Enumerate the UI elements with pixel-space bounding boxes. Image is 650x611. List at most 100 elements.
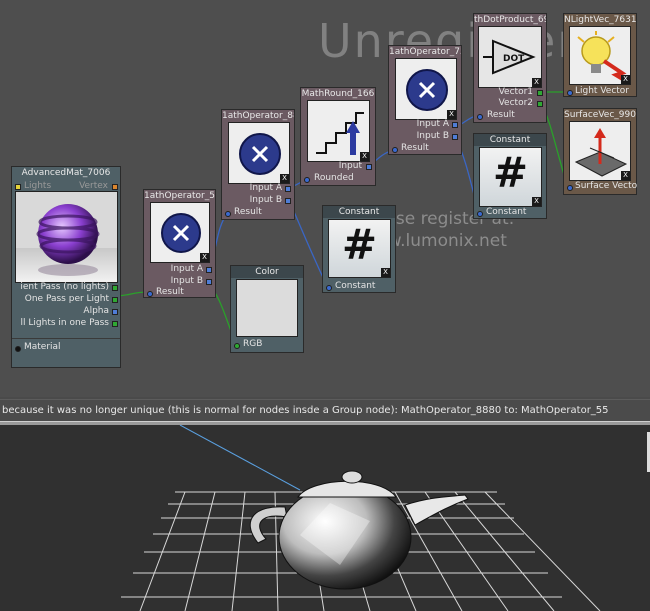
input-b-port[interactable] — [285, 198, 291, 204]
surface-vector-output-port[interactable] — [567, 185, 573, 191]
constant-symbol: # — [341, 220, 378, 269]
vector1-label: Vector1 — [498, 87, 533, 97]
constant-output-port[interactable] — [477, 211, 483, 217]
multiply-icon: X — [150, 202, 210, 263]
constant-hash-icon: # X — [479, 147, 542, 207]
input-a-port[interactable] — [452, 122, 458, 128]
input-b-label: Input B — [249, 195, 282, 205]
node-close-badge[interactable]: X — [532, 197, 541, 206]
input-b-label: Input B — [416, 131, 449, 141]
color-swatch[interactable] — [236, 279, 298, 337]
log-message: because it was no longer unique (this is… — [2, 405, 609, 416]
input-a-label: Input A — [170, 264, 203, 274]
teapot-preview — [121, 425, 601, 611]
node-close-badge[interactable]: X — [532, 78, 541, 87]
input-port[interactable] — [366, 164, 372, 170]
node-close-badge[interactable]: X — [447, 110, 456, 119]
input-a-label: Input A — [249, 183, 282, 193]
surface-vector-label: Surface Vecto — [575, 181, 638, 191]
result-output-port[interactable] — [392, 147, 398, 153]
node-separator — [12, 338, 120, 339]
input-a-label: Input A — [416, 119, 449, 129]
node-close-badge[interactable]: X — [381, 268, 390, 277]
vertex-input-port[interactable] — [112, 184, 118, 190]
result-label: Result — [234, 207, 262, 217]
constant-label: Constant — [335, 281, 376, 291]
vector1-port[interactable] — [537, 90, 543, 96]
node-title: SurfaceVec_990 — [564, 110, 636, 120]
node-surface-vector[interactable]: SurfaceVec_990 X Surface Vecto — [563, 108, 637, 195]
material-output-port[interactable] — [15, 346, 21, 352]
one-pass-per-light-label: One Pass per Light — [24, 294, 109, 304]
status-log: because it was no longer unique (this is… — [0, 399, 650, 422]
multiply-icon: X — [228, 122, 290, 184]
input-b-port[interactable] — [206, 279, 212, 285]
node-close-badge[interactable]: X — [621, 171, 630, 180]
node-advanced-material[interactable]: AdvancedMat_7006 Lights Vertex ient Pass… — [11, 166, 121, 368]
node-constant-1[interactable]: Constant # X Constant — [473, 133, 547, 219]
node-close-badge[interactable]: X — [200, 253, 209, 262]
node-title: Color — [231, 266, 303, 278]
constant-output-port[interactable] — [326, 285, 332, 291]
ambient-pass-port[interactable] — [112, 285, 118, 291]
input-a-port[interactable] — [206, 267, 212, 273]
node-close-badge[interactable]: X — [621, 75, 630, 84]
node-math-operator-888[interactable]: 1athOperator_888 X Input A Input B Resul… — [221, 109, 295, 220]
node-title: NLightVec_7631 — [564, 15, 636, 25]
material-output-label: Material — [24, 342, 61, 352]
constant-label: Constant — [486, 207, 527, 217]
node-title: AdvancedMat_7006 — [21, 168, 111, 178]
input-label: Input — [338, 161, 362, 171]
node-constant-2[interactable]: Constant # X Constant — [322, 205, 396, 293]
node-color[interactable]: Color RGB — [230, 265, 304, 353]
multiply-icon: X — [395, 58, 457, 120]
node-light-vector[interactable]: NLightVec_7631 X Light Vector — [563, 13, 637, 97]
node-title: 1athOperator_758 — [389, 47, 461, 57]
node-title: Constant — [323, 206, 395, 218]
all-lights-one-pass-port[interactable] — [112, 321, 118, 327]
rounded-output-port[interactable] — [304, 177, 310, 183]
result-output-port[interactable] — [225, 211, 231, 217]
gizmo-line — [179, 425, 301, 491]
input-b-port[interactable] — [452, 134, 458, 140]
one-pass-per-light-port[interactable] — [112, 297, 118, 303]
node-title: Constant — [474, 134, 546, 146]
alpha-port[interactable] — [112, 309, 118, 315]
light-bulb-icon: X — [569, 26, 631, 85]
result-output-port[interactable] — [477, 114, 483, 120]
rgb-output-port[interactable] — [234, 343, 240, 349]
preview-viewport[interactable] — [0, 425, 650, 611]
result-output-port[interactable] — [147, 291, 153, 297]
node-title: 1athOperator_888 — [222, 111, 294, 121]
light-vector-label: Light Vector — [575, 86, 629, 96]
round-steps-icon: X — [307, 100, 370, 162]
constant-hash-icon: # X — [328, 219, 391, 278]
node-graph-canvas[interactable]: Unregistered Please register at: www.lum… — [0, 0, 650, 397]
rounded-label: Rounded — [314, 173, 354, 183]
node-title: MathRound_166 — [301, 89, 375, 99]
all-lights-one-pass-label: ll Lights in one Pass — [20, 318, 109, 328]
vector2-port[interactable] — [537, 101, 543, 107]
node-math-round[interactable]: MathRound_166 X Input Rounded — [300, 87, 376, 186]
dot-product-icon: DOT X — [478, 26, 542, 88]
lights-input-port[interactable] — [15, 184, 21, 190]
teapot-model — [249, 470, 469, 590]
vector2-label: Vector2 — [498, 98, 533, 108]
node-dot-product[interactable]: thDotProduct_69 DOT X Vector1 Vector2 Re… — [473, 13, 547, 123]
result-label: Result — [401, 143, 429, 153]
input-b-label: Input B — [170, 276, 203, 286]
input-a-port[interactable] — [285, 186, 291, 192]
rgb-label: RGB — [243, 339, 263, 349]
node-close-badge[interactable]: X — [360, 152, 369, 161]
dot-icon-text: DOT — [503, 54, 525, 64]
light-vector-output-port[interactable] — [567, 90, 573, 96]
ambient-pass-output-label: ient Pass (no lights) — [20, 282, 109, 292]
surface-normal-icon: X — [569, 121, 631, 181]
node-math-operator-758[interactable]: 1athOperator_758 X Input A Input B Resul… — [388, 45, 462, 155]
alpha-label: Alpha — [83, 306, 109, 316]
node-title: 1athOperator_555 — [144, 191, 215, 201]
node-close-badge[interactable]: X — [280, 174, 289, 183]
constant-symbol: # — [492, 148, 529, 197]
node-math-operator-555[interactable]: 1athOperator_555 X Input A Input B Resul… — [143, 189, 216, 298]
result-label: Result — [487, 110, 515, 120]
